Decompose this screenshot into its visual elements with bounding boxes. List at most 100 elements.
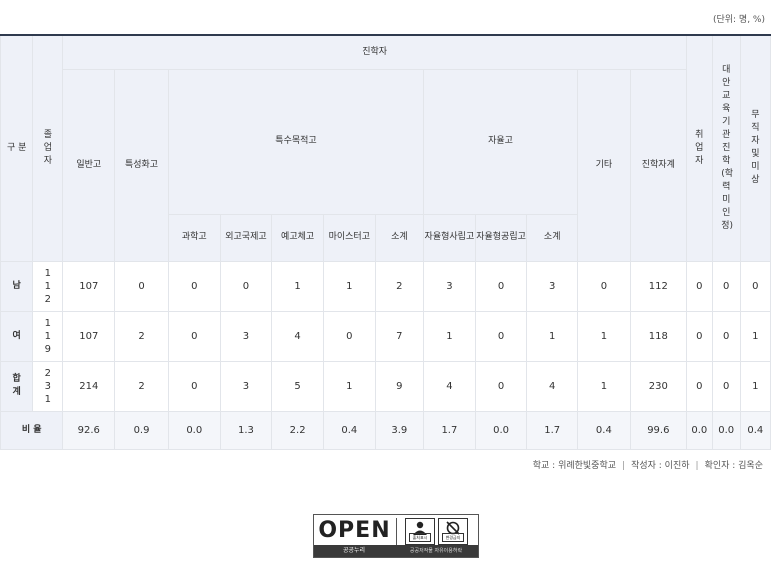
cell-value: 1 [577,310,631,362]
cell-value: 0 [167,310,221,362]
footer-separator: | [622,461,626,471]
cell-value: 9 [374,360,425,412]
cell-ratio: 3.9 [374,410,425,450]
cell-value: 1 [739,310,772,362]
header-autonomous: 자율고 [423,68,578,215]
cell-value: 3 [219,310,273,362]
cell-value: 4 [423,360,476,412]
header-gubun: 구 분 [0,34,34,262]
cell-value: 118 [629,310,687,362]
cell-value: 0 [474,260,528,312]
footer-school: 학교 : 위례한빛중학교 [532,461,617,471]
cell-ratio: 0.0 [711,410,741,450]
cell-ratio: 0.4 [739,410,772,450]
badge-bar: 공공누리 공공저작물 자유이용허락 [314,545,478,557]
cell-value: 0 [322,310,376,362]
cell-value: 1 [577,360,631,412]
unit-note: (단위: 명, %) [712,15,765,25]
table-row-ratio: 비 율 92.6 0.9 0.0 1.3 2.2 0.4 3.9 1.7 0.0… [0,410,772,450]
no-derivatives-icon: 변경금지 [438,518,468,545]
cell-value: 1 [271,260,324,312]
ratio-label: 비 율 [0,410,64,450]
header-other: 기타 [577,68,631,262]
header-jinhakja: 진학자 [62,34,687,70]
cell-value: 0 [685,310,713,362]
cell-ratio: 0.0 [167,410,221,450]
cell-value: 0 [685,360,713,412]
license-desc: 공공저작물 자유이용허락 [409,548,463,554]
header-employed: 취업자 [685,34,713,262]
cell-value: 0 [474,360,528,412]
badge-divider [396,518,397,545]
cell-value: 5 [271,360,324,412]
cell-value: 0 [167,360,221,412]
cell-value: 0 [711,260,741,312]
cell-value: 1 [322,360,376,412]
cell-graduates: 119 [32,310,64,362]
cell-ratio: 0.0 [474,410,528,450]
cell-value: 2 [374,260,425,312]
cell-value: 0 [219,260,273,312]
cell-value: 1 [423,310,476,362]
attribution-icon: 출처표시 [405,518,435,545]
cell-value: 107 [62,260,116,312]
header-alt-edu: 대안교육기관진학(학력미인정) [711,34,741,262]
header-special-purpose: 특수목적고 [167,68,425,215]
header-science: 과학고 [167,213,221,262]
cell-value: 0 [474,310,528,362]
cell-value: 214 [62,360,116,412]
cell-value: 1 [739,360,772,412]
table-row-total: 합계 231 214 2 0 3 5 1 9 4 0 4 1 230 0 0 1 [0,360,772,412]
cell-ratio: 99.6 [629,410,687,450]
header-meister: 마이스터고 [322,213,376,262]
header-arts: 예고체고 [271,213,324,262]
header-advance-total: 진학자계 [629,68,687,262]
cell-value: 107 [62,310,116,362]
header-auto-private: 자율형사립고 [423,213,476,262]
nuri-label: 공공누리 [342,547,366,554]
cell-value: 4 [271,310,324,362]
kogl-license-badge[interactable]: OPEN 출처표시 변경금지 공공누리 공공저작물 자유이용허락 [313,514,479,558]
row-label: 합계 [0,360,34,412]
graduate-stats-table: 구 분 졸업자 진학자 취업자 대안교육기관진학(학력미인정) 무직자및미상 일… [0,34,772,450]
cell-value: 0 [739,260,772,312]
cell-value: 4 [526,360,578,412]
footer-checker: 확인자 : 김옥순 [704,461,763,471]
header-unemployed: 무직자및미상 [739,34,772,262]
table-row-male: 남 112 107 0 0 0 1 1 2 3 0 3 0 112 0 0 0 [0,260,772,312]
cell-value: 7 [374,310,425,362]
cell-value: 3 [219,360,273,412]
cell-value: 0 [685,260,713,312]
cell-ratio: 0.4 [577,410,631,450]
cell-value: 2 [114,310,169,362]
attribution-tag: 출처표시 [409,533,431,542]
row-label: 남 [0,260,34,312]
footer-separator: | [695,461,699,471]
row-label: 여 [0,310,34,362]
cell-value: 2 [114,360,169,412]
table-row-female: 여 119 107 2 0 3 4 0 7 1 0 1 1 118 0 0 1 [0,310,772,362]
open-logo-text: OPEN [318,518,391,543]
cell-ratio: 1.3 [219,410,273,450]
footer-author: 작성자 : 이진하 [631,461,690,471]
no-derivatives-tag: 변경금지 [442,533,464,542]
header-auto-public: 자율형공립고 [474,213,528,262]
cell-value: 0 [577,260,631,312]
header-graduates: 졸업자 [32,34,64,262]
cell-value: 230 [629,360,687,412]
cell-ratio: 2.2 [271,410,324,450]
header-subtotal: 소계 [374,213,425,262]
cell-value: 112 [629,260,687,312]
header-general: 일반고 [62,68,116,262]
cell-value: 0 [114,260,169,312]
cell-ratio: 0.0 [685,410,713,450]
header-foreign: 외고국제고 [219,213,273,262]
cell-value: 3 [526,260,578,312]
cell-value: 3 [423,260,476,312]
cell-value: 0 [711,360,741,412]
header-auto-subtotal: 소계 [526,213,578,262]
header-specialized: 특성화고 [114,68,169,262]
cell-graduates: 231 [32,360,64,412]
cell-ratio: 1.7 [423,410,476,450]
cell-value: 0 [711,310,741,362]
